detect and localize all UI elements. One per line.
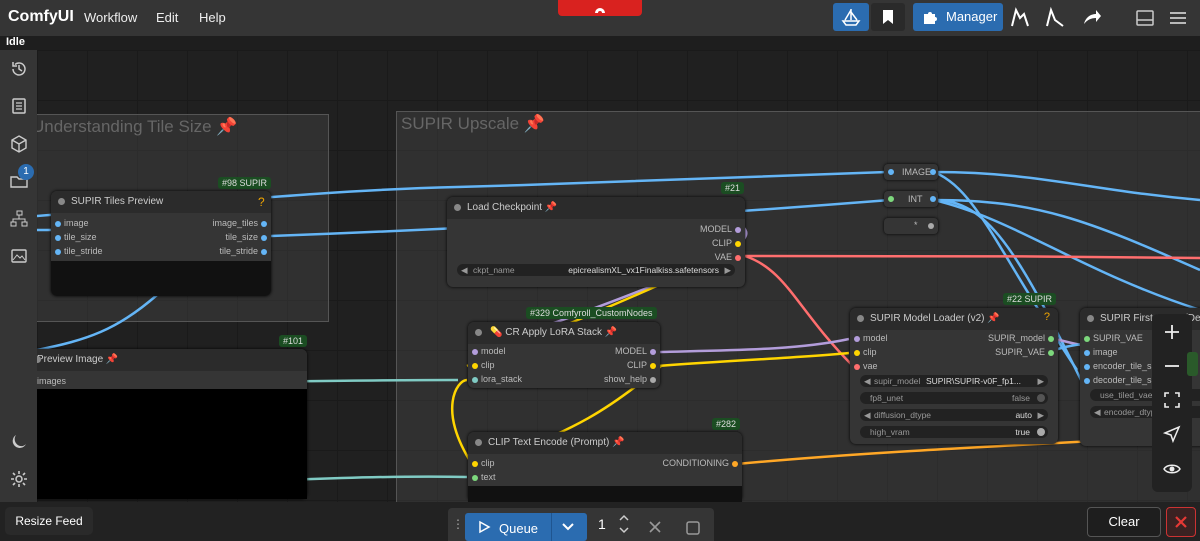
close-button[interactable] [1166,507,1196,537]
canvas-tools [1152,314,1192,492]
node-graph-canvas[interactable]: Understanding Tile Size 📌 SUPIR Upscale … [37,50,1200,502]
cube-icon[interactable] [9,134,29,154]
arch-icon [595,8,605,13]
stepper-icon[interactable] [618,512,630,536]
fp8-unet-toggle[interactable]: fp8_unet false [860,392,1048,404]
node-badge: #101 [279,335,308,347]
model-icon[interactable] [1008,6,1032,30]
fit-view-icon[interactable] [1162,390,1182,410]
node-title: SUPIR Tiles Preview [51,191,271,213]
node-icon[interactable] [1043,6,1067,30]
zoom-out-icon[interactable] [1162,356,1182,376]
menu-help[interactable]: Help [199,10,226,25]
node-badge: #21 [721,182,745,194]
history-icon[interactable] [9,59,29,79]
node-badge: #282 [712,418,741,430]
app-brand: ComfyUI [8,8,74,25]
menu-workflow[interactable]: Workflow [84,10,137,25]
bookmark-icon [883,10,893,24]
minimap-toggle[interactable] [1187,352,1198,376]
panel-toggle-icon[interactable] [1133,6,1157,30]
status-bar: Idle [0,36,1200,50]
drag-handle-icon[interactable]: ⋮ [452,517,464,531]
eye-icon[interactable] [1162,459,1182,479]
node-tree-icon[interactable] [9,209,29,229]
queue-button[interactable]: Queue [465,513,587,541]
high-vram-toggle[interactable]: high_vram true [860,426,1048,438]
node-badge: #98 SUPIR [218,177,272,189]
manager-label: Manager [946,9,998,24]
bookmark-button[interactable] [871,3,905,31]
zoom-in-icon[interactable] [1162,322,1182,342]
menu-edit[interactable]: Edit [156,10,178,25]
node-badge: #22 SUPIR [1003,293,1057,305]
manager-button[interactable]: Manager [913,3,1003,31]
status-text: Idle [6,36,25,48]
share-icon[interactable] [1080,6,1104,30]
help-icon[interactable]: ? [258,195,265,209]
node-title: SUPIR Model Loader (v2) 📌 [850,308,1058,330]
queue-count-input[interactable]: 1 [598,516,606,532]
reroute-int[interactable]: INT [884,191,938,207]
queue-count-badge: 1 [18,164,34,180]
clear-button[interactable]: Clear [1087,507,1161,537]
node-preview-image[interactable]: Preview Image 📌 images [37,349,307,499]
node-badge: #329 Comfyroll_CustomNodes [526,307,657,319]
node-cr-apply-lora-stack[interactable]: 💊 CR Apply LoRA Stack 📌 model clip lora_… [468,322,660,388]
supir-model-combo[interactable]: ◀ supir_model SUPIR\SUPIR-v0F_fp1... ▶ [860,375,1048,387]
left-sidebar: 1 [0,50,37,502]
node-load-checkpoint[interactable]: Load Checkpoint 📌 MODEL CLIP VAE ◀ ckpt_n… [447,197,745,287]
settings-gear-icon[interactable] [9,469,29,489]
puzzle-icon [924,12,937,24]
node-supir-tiles-preview[interactable]: SUPIR Tiles Preview image tile_size tile… [51,191,271,296]
ckpt-name-combo[interactable]: ◀ ckpt_name epicrealismXL_vx1Finalkiss.sa… [457,264,735,276]
node-title: Preview Image 📌 [37,349,307,371]
document-icon[interactable] [9,96,29,116]
close-icon [1175,516,1187,528]
node-title: Load Checkpoint 📌 [447,197,745,219]
node-supir-model-loader[interactable]: SUPIR Model Loader (v2) 📌 ? model clip v… [850,308,1058,444]
select-cursor-icon[interactable] [1162,424,1182,444]
boat-icon [841,9,861,26]
resize-feed-button[interactable]: Resize Feed [5,507,93,535]
workflow-logo-button[interactable] [833,3,869,31]
reroute-any[interactable]: * [884,218,938,234]
images-icon[interactable] [9,246,29,266]
node-title: 💊 CR Apply LoRA Stack 📌 [468,322,660,344]
run-indicator-button[interactable] [558,0,642,16]
reroute-image[interactable]: IMAGE [884,164,938,180]
chevron-down-icon[interactable] [561,522,575,532]
play-icon [479,520,491,534]
stop-square-icon[interactable] [685,520,701,536]
diffusion-dtype-combo[interactable]: ◀ diffusion_dtype auto ▶ [860,409,1048,421]
help-icon[interactable]: ? [1044,311,1050,323]
hamburger-menu-icon[interactable] [1166,6,1190,30]
top-menu-bar: ComfyUI Workflow Edit Help Manager [0,0,1200,36]
queue-label: Queue [499,521,539,536]
cancel-icon[interactable] [648,520,662,534]
node-clip-text-encode[interactable]: CLIP Text Encode (Prompt) 📌 clip text CO… [468,432,742,502]
dark-mode-icon[interactable] [9,432,29,452]
node-title: CLIP Text Encode (Prompt) 📌 [468,432,742,454]
